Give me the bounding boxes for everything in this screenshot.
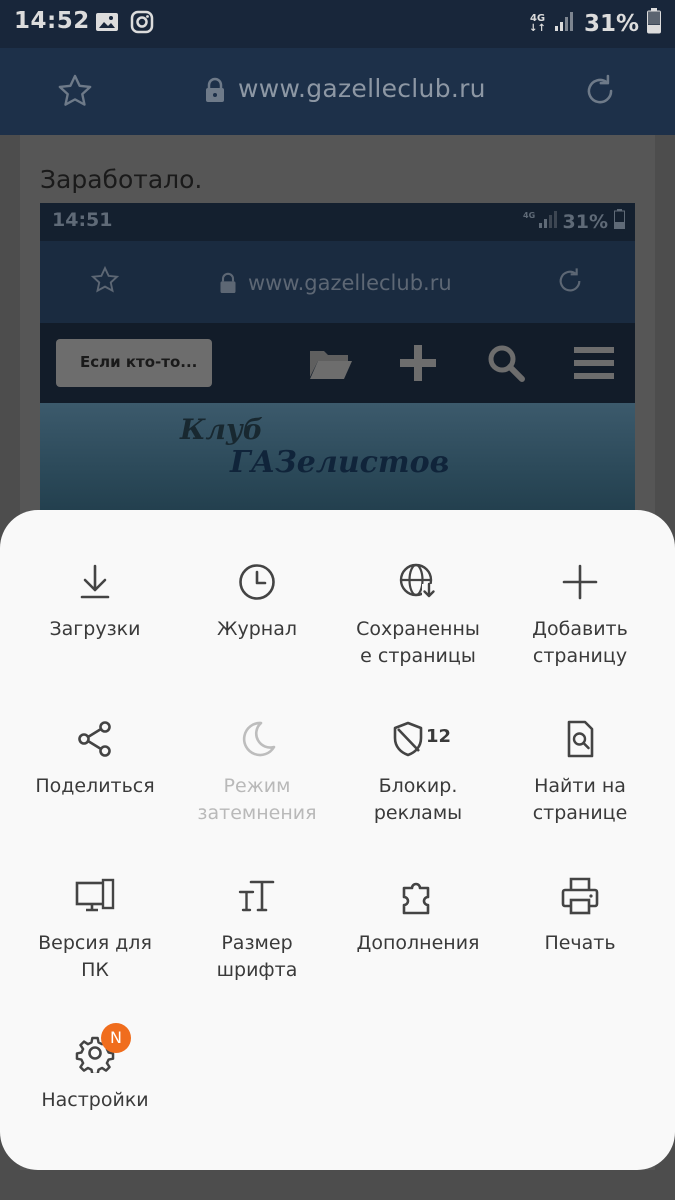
menu-item-label: Добавить страницу <box>532 618 628 667</box>
screenshot-back-pill: Если кто-то... <box>56 339 212 387</box>
menu-item-label: Печать <box>544 932 616 954</box>
banner-line-1: Клуб <box>180 413 263 446</box>
font-size-icon <box>237 876 277 916</box>
menu-item-downloads[interactable]: Загрузки <box>11 562 179 643</box>
attached-screenshot[interactable]: 14:51 4G 31% www.gazelleclub.ru Если кто… <box>40 203 635 533</box>
menu-item-label: Поделиться <box>35 775 155 797</box>
find-in-page-icon <box>560 719 600 759</box>
browser-toolbar: www.gazelleclub.ru <box>0 48 675 135</box>
menu-item-label: Режим затемнения <box>197 775 317 824</box>
menu-item-font-size[interactable]: Размер шрифта <box>173 876 341 984</box>
menu-item-label: Загрузки <box>49 618 141 640</box>
menu-item-dark-mode: Режим затемнения <box>173 719 341 827</box>
post-text: Заработало. <box>40 165 203 194</box>
screenshot-url: www.gazelleclub.ru <box>248 271 452 295</box>
svg-text:4G: 4G <box>523 211 535 220</box>
gallery-icon <box>95 10 119 38</box>
bookmark-star-icon[interactable] <box>56 72 94 114</box>
screenshot-url-bar: www.gazelleclub.ru <box>40 241 635 323</box>
settings-new-badge: N <box>101 1023 131 1053</box>
menu-item-label: Журнал <box>217 618 297 640</box>
signal-icon <box>554 10 576 38</box>
ad-block-count: 12 <box>426 726 452 747</box>
download-icon <box>75 562 115 602</box>
menu-item-ad-block[interactable]: 12 Блокир. рекламы <box>334 719 502 827</box>
menu-item-history[interactable]: Журнал <box>173 562 341 643</box>
gear-icon: N <box>75 1023 131 1073</box>
menu-item-label: Блокир. рекламы <box>373 775 463 824</box>
menu-item-print[interactable]: Печать <box>496 876 664 957</box>
print-icon <box>560 876 600 916</box>
shield-icon: 12 <box>388 719 451 759</box>
screenshot-lock-icon <box>218 272 238 298</box>
network-type: 4G ↓↑ <box>529 13 546 34</box>
puzzle-icon <box>398 876 438 916</box>
menu-item-extensions[interactable]: Дополнения <box>334 876 502 957</box>
screenshot-search-icon <box>486 343 526 387</box>
screenshot-folder-icon <box>308 345 352 385</box>
menu-item-label: Версия для ПК <box>38 932 152 981</box>
navigation-bar-strip <box>0 1170 675 1200</box>
battery-percent: 31% <box>583 11 639 37</box>
menu-item-saved-pages[interactable]: Сохраненны е страницы <box>334 562 502 670</box>
screenshot-menu-icon <box>574 345 614 385</box>
reload-icon[interactable] <box>581 72 619 114</box>
screenshot-battery-icon <box>614 209 625 234</box>
screenshot-star-icon <box>90 265 120 299</box>
screenshot-signal-icon: 4G <box>523 210 557 233</box>
menu-item-label: Дополнения <box>356 932 480 954</box>
menu-item-find-in-page[interactable]: Найти на странице <box>496 719 664 827</box>
menu-item-desktop-version[interactable]: Версия для ПК <box>11 876 179 984</box>
screenshot-status-bar: 14:51 4G 31% <box>40 203 635 241</box>
banner-line-2: ГАЗелистов <box>230 445 450 480</box>
menu-item-add-page[interactable]: Добавить страницу <box>496 562 664 670</box>
share-icon <box>75 719 115 759</box>
battery-icon <box>647 8 661 40</box>
url-text[interactable]: www.gazelleclub.ru <box>238 74 486 103</box>
menu-item-settings[interactable]: N Настройки <box>11 1023 179 1114</box>
menu-item-label: Настройки <box>41 1089 149 1111</box>
screenshot-reload-icon <box>554 265 586 301</box>
instagram-icon <box>130 10 154 38</box>
menu-item-share[interactable]: Поделиться <box>11 719 179 800</box>
menu-item-label: Размер шрифта <box>216 932 298 981</box>
browser-menu-sheet: Загрузки Журнал Сохраненны е страницы До… <box>0 510 675 1170</box>
screenshot-battery: 31% <box>562 210 608 233</box>
saved-pages-icon <box>398 562 438 602</box>
status-bar: 14:52 4G ↓↑ 31% <box>0 0 675 48</box>
screenshot-time: 14:51 <box>52 209 113 231</box>
desktop-icon <box>75 876 115 916</box>
lock-icon <box>203 77 227 107</box>
status-time: 14:52 <box>14 8 90 34</box>
screenshot-plus-icon <box>400 345 436 385</box>
menu-item-label: Найти на странице <box>532 775 628 824</box>
moon-icon <box>237 719 277 759</box>
add-icon <box>560 562 600 602</box>
screenshot-site-toolbar: Если кто-то... <box>40 323 635 403</box>
menu-item-label: Сохраненны е страницы <box>356 618 480 667</box>
history-icon <box>237 562 277 602</box>
